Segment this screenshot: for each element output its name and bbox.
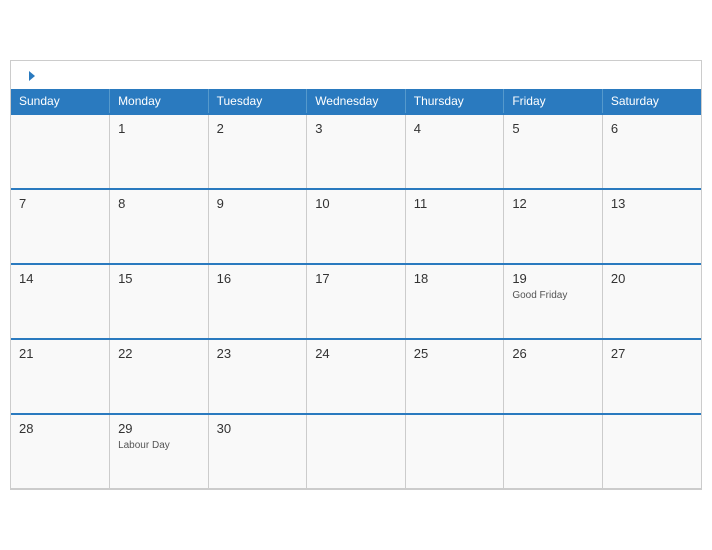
- day-number: 14: [19, 271, 101, 286]
- day-number: 16: [217, 271, 299, 286]
- week-row-4: 28 29 Labour Day 30: [11, 414, 701, 489]
- day-number: 9: [217, 196, 299, 211]
- weekday-header-friday: Friday: [504, 89, 603, 114]
- calendar-cell: 24: [307, 339, 406, 414]
- week-row-1: 7 8 9 10 11 12 13: [11, 189, 701, 264]
- day-number: 27: [611, 346, 693, 361]
- day-number: 1: [118, 121, 200, 136]
- calendar-cell: [602, 414, 701, 489]
- day-number: 30: [217, 421, 299, 436]
- calendar-cell: 10: [307, 189, 406, 264]
- day-number: 6: [611, 121, 693, 136]
- calendar-cell: 22: [110, 339, 209, 414]
- weekday-header-sunday: Sunday: [11, 89, 110, 114]
- calendar-cell: 2: [208, 114, 307, 189]
- calendar-cell: 17: [307, 264, 406, 339]
- calendar-cell: 30: [208, 414, 307, 489]
- calendar-cell: 28: [11, 414, 110, 489]
- weekday-header-thursday: Thursday: [405, 89, 504, 114]
- day-number: 4: [414, 121, 496, 136]
- calendar-cell: 23: [208, 339, 307, 414]
- calendar-cell: 12: [504, 189, 603, 264]
- calendar-cell: 6: [602, 114, 701, 189]
- day-number: 21: [19, 346, 101, 361]
- calendar-cell: 21: [11, 339, 110, 414]
- day-number: 26: [512, 346, 594, 361]
- day-number: 17: [315, 271, 397, 286]
- week-row-3: 21 22 23 24 25 26 27: [11, 339, 701, 414]
- logo-blue-text: [27, 71, 35, 81]
- day-number: 19: [512, 271, 594, 286]
- calendar-container: SundayMondayTuesdayWednesdayThursdayFrid…: [10, 60, 702, 491]
- calendar-cell: 11: [405, 189, 504, 264]
- calendar-cell: 5: [504, 114, 603, 189]
- week-row-2: 14 15 16 17 18 19 Good Friday 20: [11, 264, 701, 339]
- calendar-cell: 19 Good Friday: [504, 264, 603, 339]
- calendar-cell: 26: [504, 339, 603, 414]
- day-number: 18: [414, 271, 496, 286]
- calendar-cell: 18: [405, 264, 504, 339]
- logo-triangle-icon: [29, 71, 35, 81]
- calendar-cell: 29 Labour Day: [110, 414, 209, 489]
- calendar-cell: 7: [11, 189, 110, 264]
- day-number: 24: [315, 346, 397, 361]
- day-number: 11: [414, 196, 496, 211]
- day-number: 20: [611, 271, 693, 286]
- calendar-cell: 1: [110, 114, 209, 189]
- logo: [27, 71, 35, 81]
- calendar-cell: 4: [405, 114, 504, 189]
- calendar-cell: 3: [307, 114, 406, 189]
- day-number: 2: [217, 121, 299, 136]
- day-number: 12: [512, 196, 594, 211]
- holiday-label: Labour Day: [118, 439, 200, 452]
- day-number: 15: [118, 271, 200, 286]
- day-number: 10: [315, 196, 397, 211]
- day-number: 29: [118, 421, 200, 436]
- day-number: 5: [512, 121, 594, 136]
- weekday-header-saturday: Saturday: [602, 89, 701, 114]
- day-number: 7: [19, 196, 101, 211]
- day-number: 28: [19, 421, 101, 436]
- weekday-header-wednesday: Wednesday: [307, 89, 406, 114]
- calendar-cell: [405, 414, 504, 489]
- calendar-cell: 20: [602, 264, 701, 339]
- day-number: 22: [118, 346, 200, 361]
- weekday-header-tuesday: Tuesday: [208, 89, 307, 114]
- calendar-grid: SundayMondayTuesdayWednesdayThursdayFrid…: [11, 89, 701, 490]
- calendar-cell: 27: [602, 339, 701, 414]
- holiday-label: Good Friday: [512, 289, 594, 302]
- day-number: 8: [118, 196, 200, 211]
- weekday-header-monday: Monday: [110, 89, 209, 114]
- calendar-cell: 8: [110, 189, 209, 264]
- day-number: 3: [315, 121, 397, 136]
- calendar-cell: 15: [110, 264, 209, 339]
- day-number: 25: [414, 346, 496, 361]
- week-row-0: 1 2 3 4 5 6: [11, 114, 701, 189]
- calendar-cell: 14: [11, 264, 110, 339]
- calendar-cell: 25: [405, 339, 504, 414]
- calendar-cell: 13: [602, 189, 701, 264]
- calendar-cell: 16: [208, 264, 307, 339]
- calendar-cell: [11, 114, 110, 189]
- day-number: 23: [217, 346, 299, 361]
- weekday-header-row: SundayMondayTuesdayWednesdayThursdayFrid…: [11, 89, 701, 114]
- calendar-cell: [307, 414, 406, 489]
- calendar-header: [11, 61, 701, 89]
- day-number: 13: [611, 196, 693, 211]
- calendar-cell: [504, 414, 603, 489]
- calendar-cell: 9: [208, 189, 307, 264]
